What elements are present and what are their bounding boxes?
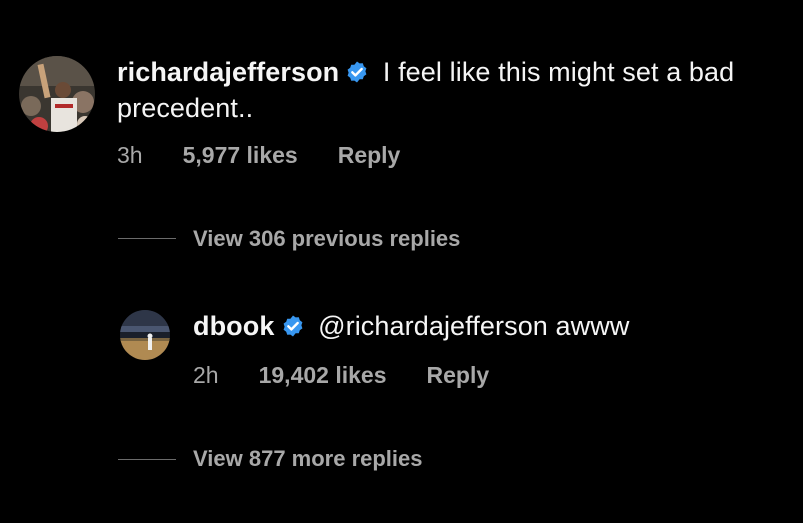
reply-avatar[interactable]	[120, 310, 170, 360]
reply-likes[interactable]: 19,402 likes	[259, 362, 387, 389]
comment-reply-button[interactable]: Reply	[338, 142, 401, 169]
reply-meta: 2h 19,402 likes Reply	[193, 362, 489, 389]
verified-badge-icon	[345, 59, 369, 92]
comment-time: 3h	[117, 142, 143, 168]
reply-body: dbook @richardajefferson awww	[193, 310, 793, 346]
reply-reply-button[interactable]: Reply	[427, 362, 490, 389]
view-previous-replies-button[interactable]: View 306 previous replies	[193, 226, 460, 252]
comment-meta: 3h 5,977 likes Reply	[117, 142, 400, 169]
thread-divider	[118, 459, 176, 460]
comment-body: richardajefferson I feel like this might…	[117, 56, 797, 125]
comment-text-line1: I feel like this might set a bad	[375, 57, 735, 87]
verified-badge-icon	[281, 313, 305, 346]
view-more-replies-button[interactable]: View 877 more replies	[193, 446, 423, 472]
reply-username[interactable]: dbook	[193, 311, 275, 341]
comment-text-line2: precedent..	[117, 93, 254, 123]
user-avatar-photo	[19, 56, 95, 132]
comment-likes[interactable]: 5,977 likes	[183, 142, 298, 169]
comment-username[interactable]: richardajefferson	[117, 57, 339, 87]
reply-time: 2h	[193, 362, 219, 388]
reply-text: @richardajefferson awww	[310, 311, 630, 341]
user-avatar-photo	[120, 310, 170, 360]
thread-divider	[118, 238, 176, 239]
comment-avatar[interactable]	[19, 56, 95, 132]
